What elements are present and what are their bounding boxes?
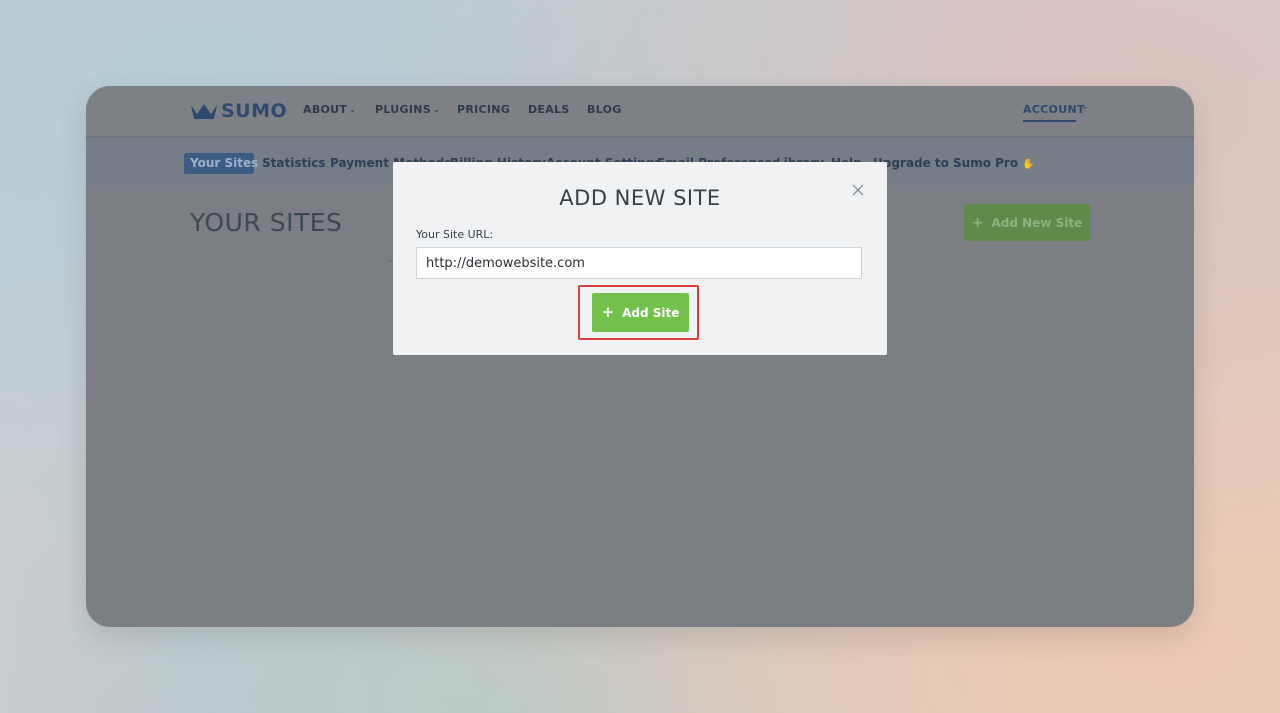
nav-deals[interactable]: DEALS [528,103,570,116]
plus-icon: + [601,303,615,321]
plus-icon: + [971,214,984,231]
nav-deals-label: DEALS [528,103,570,116]
subnav-item-upgrade[interactable]: Upgrade to Sumo Pro ✋ [873,156,1035,170]
crown-icon [191,104,217,119]
add-site-label: Add Site [622,305,680,320]
nav-about[interactable]: ABOUT ⌄ [303,103,356,116]
nav-about-label: ABOUT [303,103,348,116]
subnav-item-your-sites[interactable]: Your Sites [190,156,258,170]
nav-pricing-label: PRICING [457,103,511,116]
chevron-down-icon: ⌄ [349,105,357,114]
nav-blog[interactable]: BLOG [587,103,622,116]
upgrade-label: Upgrade to Sumo Pro [873,156,1019,170]
site-url-label: Your Site URL: [416,228,494,241]
nav-plugins-label: PLUGINS [375,103,431,116]
chevron-down-icon[interactable]: ⌄ [1081,102,1089,112]
add-new-site-label: Add New Site [991,215,1083,230]
sumo-logo[interactable]: SUMO [190,99,287,123]
page-title: YOUR SITES [190,208,343,237]
thumbs-up-icon: ✋ [1022,159,1035,170]
logo-text: SUMO [221,100,288,122]
nav-account[interactable]: ACCOUNT [1023,103,1085,116]
add-site-modal: ADD NEW SITE Your Site URL: + Add Site [393,162,887,355]
nav-blog-label: BLOG [587,103,622,116]
nav-pricing[interactable]: PRICING [457,103,510,116]
add-new-site-button[interactable]: + Add New Site [964,204,1090,241]
site-url-input[interactable] [416,247,862,279]
subnav-item-statistics[interactable]: Statistics [262,156,326,170]
nav-plugins[interactable]: PLUGINS ⌄ [375,103,440,116]
chevron-down-icon: ⌄ [432,105,440,114]
top-navigation: SUMO ABOUT ⌄ PLUGINS ⌄ PRICING DEALS BLOG … [86,86,1194,138]
close-icon[interactable] [850,182,866,198]
add-site-button[interactable]: + Add Site [592,293,689,332]
account-underline [1023,120,1076,122]
modal-title: ADD NEW SITE [559,186,721,210]
